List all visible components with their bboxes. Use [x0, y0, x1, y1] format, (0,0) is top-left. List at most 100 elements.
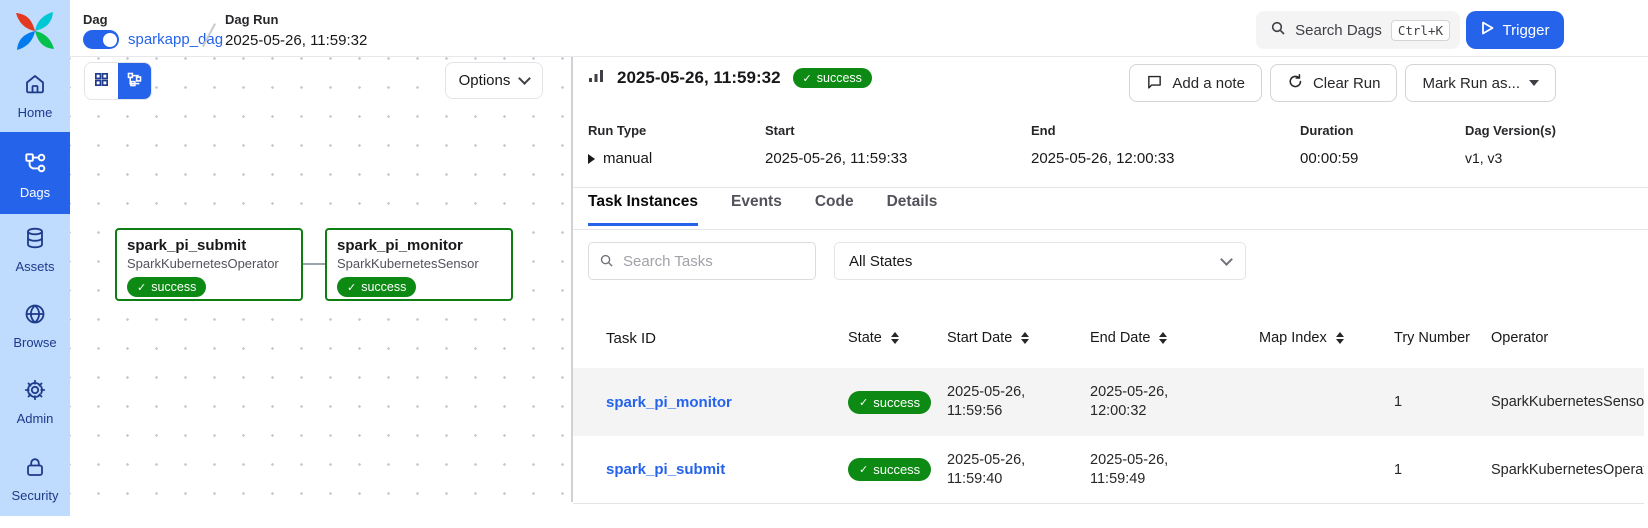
task-instances-table: Task ID State Start Date End Date Map In… [573, 308, 1644, 504]
status-badge: ✓success [848, 458, 931, 481]
sort-icon[interactable] [891, 332, 899, 344]
col-start-date: Start Date [931, 330, 1074, 346]
meta-dag-versions: Dag Version(s) v1, v3 [1465, 123, 1556, 166]
sort-icon[interactable] [1159, 332, 1167, 344]
sidebar-item-security[interactable]: Security [0, 455, 70, 503]
task-node-operator: SparkKubernetesOperator [127, 256, 291, 271]
mark-run-as-label: Mark Run as... [1422, 75, 1520, 92]
play-icon [1481, 21, 1494, 39]
status-badge: ✓success [848, 391, 931, 414]
dag-graph-panel: Options spark_pi_submit SparkKubernetesO… [70, 57, 571, 516]
trigger-label: Trigger [1503, 22, 1550, 39]
chevron-down-icon [1220, 253, 1233, 266]
sidebar-item-dags[interactable]: Dags [0, 132, 70, 214]
database-icon [23, 226, 47, 255]
search-tasks-wrap [588, 242, 816, 280]
col-operator: Operator [1473, 330, 1644, 346]
meta-start: Start 2025-05-26, 11:59:33 [765, 123, 907, 167]
home-icon [23, 72, 47, 101]
sort-icon[interactable] [1336, 332, 1344, 344]
tabs-underline [573, 229, 1648, 230]
status-badge: ✓success [337, 277, 416, 297]
expand-caret-icon[interactable] [588, 154, 595, 164]
status-badge: ✓success [127, 277, 206, 297]
search-tasks-input[interactable] [588, 242, 816, 280]
airflow-logo-icon[interactable] [11, 7, 59, 55]
graph-edge [303, 263, 325, 265]
graph-icon [126, 71, 143, 91]
state-filter-select[interactable]: All States [834, 242, 1246, 280]
search-icon [1270, 20, 1286, 40]
sort-icon[interactable] [1021, 332, 1029, 344]
note-icon [1146, 73, 1163, 94]
sidebar-item-admin[interactable]: Admin [0, 378, 70, 426]
shortcut-kbd: Ctrl+K [1391, 20, 1450, 41]
meta-duration: Duration 00:00:59 [1300, 123, 1358, 167]
sidebar-item-label: Assets [15, 259, 54, 274]
try-number-cell: 1 [1376, 394, 1473, 410]
search-dags-button[interactable]: Search Dags Ctrl+K [1256, 11, 1460, 49]
start-date-cell: 2025-05-26,11:59:40 [931, 451, 1074, 489]
sidebar-item-browse[interactable]: Browse [0, 302, 70, 350]
clear-run-label: Clear Run [1313, 75, 1381, 92]
tab-details[interactable]: Details [887, 193, 938, 226]
dags-icon [22, 150, 48, 181]
task-node-title: spark_pi_monitor [337, 237, 501, 254]
task-id-link[interactable]: spark_pi_submit [573, 461, 831, 478]
table-row[interactable]: spark_pi_monitor ✓success 2025-05-26,11:… [573, 368, 1644, 436]
topbar: Dag sparkapp_dag Dag Run 2025-05-26, 11:… [70, 0, 1648, 57]
sidebar-item-assets[interactable]: Assets [0, 226, 70, 274]
run-detail-panel: 2025-05-26, 11:59:32 ✓success Add a note… [573, 57, 1648, 516]
check-icon: ✓ [803, 72, 812, 85]
tab-code[interactable]: Code [815, 193, 854, 226]
operator-cell: SparkKubernetesOperator [1473, 462, 1644, 478]
lock-icon [23, 455, 47, 484]
search-icon [599, 253, 614, 268]
col-state: State [831, 330, 931, 346]
try-number-cell: 1 [1376, 462, 1473, 478]
breadcrumb-dagrun-value: 2025-05-26, 11:59:32 [225, 32, 367, 49]
breadcrumb-dagrun-label: Dag Run [225, 12, 278, 27]
task-node-spark-pi-monitor[interactable]: spark_pi_monitor SparkKubernetesSensor ✓… [325, 228, 513, 301]
chevron-down-icon [518, 72, 531, 85]
state-filter-value: All States [849, 253, 912, 270]
table-header-row: Task ID State Start Date End Date Map In… [573, 308, 1644, 368]
end-date-cell: 2025-05-26,11:59:49 [1074, 451, 1217, 489]
add-note-button[interactable]: Add a note [1129, 64, 1262, 102]
task-id-link[interactable]: spark_pi_monitor [573, 394, 831, 411]
trigger-button[interactable]: Trigger [1466, 11, 1564, 49]
bar-chart-icon [588, 67, 605, 89]
operator-cell: SparkKubernetesSensor [1473, 394, 1644, 410]
sidebar-item-label: Security [12, 488, 59, 503]
end-date-cell: 2025-05-26,12:00:32 [1074, 383, 1217, 421]
grid-view-button[interactable] [85, 63, 118, 99]
task-node-spark-pi-submit[interactable]: spark_pi_submit SparkKubernetesOperator … [115, 228, 303, 301]
sidebar-item-label: Browse [13, 335, 56, 350]
col-try-number: Try Number [1376, 330, 1473, 346]
sidebar-item-home[interactable]: Home [0, 72, 70, 120]
mark-run-as-button[interactable]: Mark Run as... [1405, 64, 1556, 102]
col-map-index: Map Index [1217, 330, 1376, 346]
col-task-id: Task ID [573, 330, 831, 347]
clear-run-button[interactable]: Clear Run [1270, 64, 1398, 102]
options-label: Options [459, 72, 511, 89]
tab-events[interactable]: Events [731, 193, 782, 226]
check-icon: ✓ [137, 281, 146, 294]
tab-task-instances[interactable]: Task Instances [588, 193, 698, 226]
search-dags-label: Search Dags [1295, 22, 1382, 39]
table-row[interactable]: spark_pi_submit ✓success 2025-05-26,11:5… [573, 436, 1644, 504]
refresh-icon [1287, 73, 1304, 94]
sidebar-item-label: Dags [20, 185, 50, 200]
graph-view-button[interactable] [118, 63, 151, 99]
horizontal-scrollbar-track[interactable] [0, 516, 1648, 528]
grid-icon [93, 71, 110, 91]
col-end-date: End Date [1074, 330, 1217, 346]
view-toggle [85, 63, 151, 99]
dag-pause-toggle[interactable] [83, 30, 119, 49]
meta-end: End 2025-05-26, 12:00:33 [1031, 123, 1174, 167]
run-title: 2025-05-26, 11:59:32 [617, 68, 781, 88]
graph-options-button[interactable]: Options [445, 62, 543, 99]
sidebar-item-label: Admin [17, 411, 54, 426]
add-note-label: Add a note [1172, 75, 1245, 92]
task-node-operator: SparkKubernetesSensor [337, 256, 501, 271]
